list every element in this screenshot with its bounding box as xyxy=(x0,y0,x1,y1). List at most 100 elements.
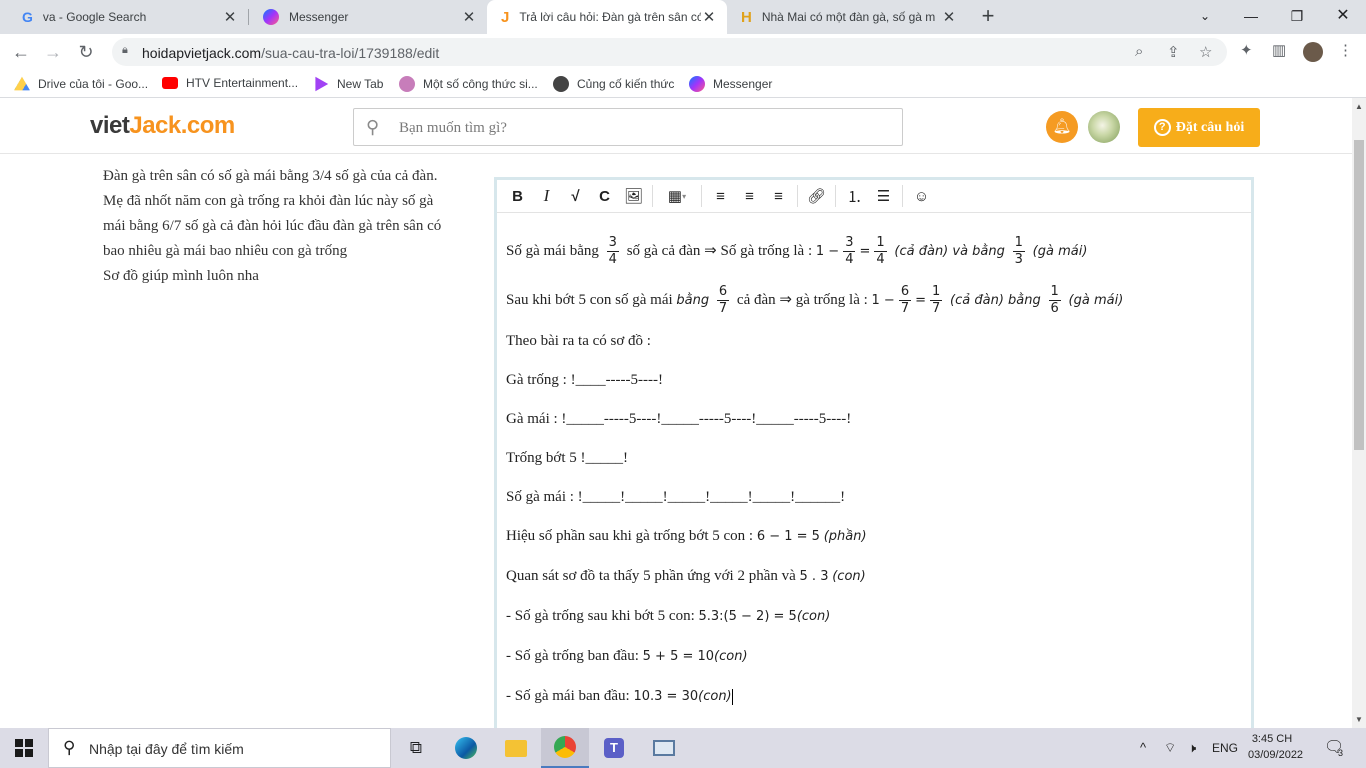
maximize-button[interactable]: ❐ xyxy=(1274,0,1320,34)
tab-search-icon[interactable]: ⌄ xyxy=(1182,0,1228,34)
newtab-icon xyxy=(315,76,329,92)
vietjack-logo[interactable]: vietJack.com xyxy=(90,112,235,140)
zoom-icon[interactable]: ⌕ xyxy=(1135,43,1143,60)
back-button[interactable]: ← xyxy=(9,40,33,64)
hoidap-icon: H xyxy=(741,8,752,26)
extensions-icon[interactable]: ✦ xyxy=(1240,41,1253,59)
answer-line: - Số gà trống ban đầu: 5 + 5 = 10(con) xyxy=(506,648,748,664)
lock-icon[interactable]: 🔒︎ xyxy=(122,44,128,57)
close-tab-icon[interactable]: ✕ xyxy=(461,8,477,26)
user-avatar[interactable] xyxy=(1088,111,1120,143)
bookmark-new-tab[interactable]: New Tab xyxy=(313,76,383,92)
bell-icon[interactable]: 🔔︎ xyxy=(1046,111,1078,143)
ask-question-button[interactable]: ? Đặt câu hỏi xyxy=(1138,108,1260,147)
bookmark-star-icon[interactable]: ☆ xyxy=(1199,43,1212,61)
table-icon[interactable]: ▦ ▾ xyxy=(657,180,697,213)
share-icon[interactable]: ⇪ xyxy=(1167,43,1180,61)
align-right-icon[interactable]: ≡ xyxy=(764,180,793,213)
browser-toolbar: ← → ↻ 🔒︎ hoidapvietjack.com/sua-cau-tra-… xyxy=(0,34,1366,70)
wifi-icon[interactable]: ⌔ xyxy=(1164,728,1176,768)
address-bar[interactable]: 🔒︎ hoidapvietjack.com/sua-cau-tra-loi/17… xyxy=(112,38,1227,66)
new-tab-button[interactable]: + xyxy=(976,4,1000,28)
site-search-input[interactable]: ⚲ Bạn muốn tìm gì? xyxy=(353,108,903,146)
search-icon: ⚲ xyxy=(63,738,76,757)
close-tab-icon[interactable]: ✕ xyxy=(701,8,717,26)
answer-line: Quan sát sơ đồ ta thấy 5 phần ứng với 2 … xyxy=(506,568,866,584)
italic-icon[interactable]: I xyxy=(532,180,561,213)
question-text: Đàn gà trên sân có số gà mái bằng 3/4 số… xyxy=(103,168,442,284)
answer-line: Sau khi bớt 5 con số gà mái bằng 67 cả đ… xyxy=(506,284,1124,317)
clock[interactable]: 3:45 CH 03/09/2022 xyxy=(1248,731,1303,763)
answer-line: - Số gà trống sau khi bớt 5 con: 5.3:(5 … xyxy=(506,608,831,624)
windows-start-icon[interactable] xyxy=(0,728,48,768)
bookmark-htv[interactable]: HTV Entertainment... xyxy=(162,76,298,90)
taskbar-search-input[interactable]: ⚲ Nhập tại đây để tìm kiếm xyxy=(48,728,391,768)
youtube-icon xyxy=(162,77,178,89)
close-window-button[interactable]: ✕ xyxy=(1320,0,1366,34)
answer-line: Theo bài ra ta có sơ đồ : xyxy=(506,333,651,349)
notification-count: 3 xyxy=(1338,748,1344,758)
align-center-icon[interactable]: ≡ xyxy=(735,180,764,213)
bookmark-cung-co[interactable]: Củng cố kiến thức xyxy=(553,76,674,92)
tab-nha-mai[interactable]: H Nhà Mai có một đàn gà, số gà m ✕ xyxy=(727,0,967,34)
search-icon[interactable]: ⚲ xyxy=(366,117,379,138)
text-caret xyxy=(731,688,733,705)
emoji-icon[interactable]: ☺ xyxy=(907,180,936,213)
site-header: vietJack.com ⚲ Bạn muốn tìm gì? 🔔︎ ? Đặt … xyxy=(0,98,1352,154)
forward-button[interactable]: → xyxy=(41,40,65,64)
bookmark-messenger[interactable]: Messenger xyxy=(689,76,772,92)
page-scrollbar[interactable]: ▲ ▼ xyxy=(1352,98,1366,728)
scroll-down-icon[interactable]: ▼ xyxy=(1355,715,1363,724)
bookmarks-bar: Drive của tôi - Goo... HTV Entertainment… xyxy=(0,70,1366,98)
bookmark-drive[interactable]: Drive của tôi - Goo... xyxy=(14,76,148,92)
app-icon xyxy=(399,76,415,92)
tray-overflow-icon[interactable]: ^ xyxy=(1140,728,1146,768)
image-icon[interactable]: 🖼︎ xyxy=(619,180,648,213)
profile-avatar[interactable] xyxy=(1303,42,1323,62)
chemistry-icon[interactable]: C xyxy=(590,180,619,213)
link-icon[interactable]: 🔗︎ xyxy=(802,180,831,213)
minimize-button[interactable]: — xyxy=(1228,0,1274,34)
vietjack-icon: J xyxy=(501,8,510,26)
answer-editor[interactable]: B I √ C 🖼︎ ▦ ▾ ≡ ≡ ≡ 🔗︎ ⒈ ☰ ☺ Số gà mái b… xyxy=(494,177,1254,728)
answer-line: Hiệu số phần sau khi gà trống bớt 5 con … xyxy=(506,528,867,544)
answer-line: Số gà mái bằng 34 số gà cả đàn ⇒ Số gà t… xyxy=(506,235,1088,268)
reload-button[interactable]: ↻ xyxy=(74,40,98,64)
browser-tab-strip: G va - Google Search ✕ Messenger ✕ J Trả… xyxy=(0,0,1366,34)
close-tab-icon[interactable]: ✕ xyxy=(941,8,957,26)
tab-messenger[interactable]: Messenger ✕ xyxy=(249,0,487,34)
answer-line: - Số gà mái ban đầu: 10.3 = 30(con) xyxy=(506,688,733,705)
drive-icon xyxy=(14,76,30,91)
scroll-up-icon[interactable]: ▲ xyxy=(1355,102,1363,111)
file-explorer-icon[interactable] xyxy=(492,728,540,768)
bookmark-cong-thuc[interactable]: Một số công thức si... xyxy=(399,76,538,92)
teams-icon[interactable]: T xyxy=(590,728,638,768)
page-viewport: vietJack.com ⚲ Bạn muốn tìm gì? 🔔︎ ? Đặt … xyxy=(0,98,1352,728)
messenger-icon xyxy=(689,76,705,92)
task-view-icon[interactable]: ⧉ xyxy=(392,728,440,768)
bold-icon[interactable]: B xyxy=(503,180,532,213)
answer-line: Gà trống : !____-----5----! xyxy=(506,372,664,388)
editor-content[interactable]: Số gà mái bằng 34 số gà cả đàn ⇒ Số gà t… xyxy=(497,213,1251,728)
menu-icon[interactable]: ⋮ xyxy=(1338,41,1353,59)
ordered-list-icon[interactable]: ⒈ xyxy=(840,180,869,213)
windows-taskbar: ⚲ Nhập tại đây để tìm kiếm ⧉ T ^ ⌔ 🕨︎ EN… xyxy=(0,728,1366,768)
volume-icon[interactable]: 🕨︎ xyxy=(1188,728,1196,768)
app-icon[interactable] xyxy=(640,728,688,768)
app-icon xyxy=(553,76,569,92)
tab-answer-question[interactable]: J Trả lời câu hỏi: Đàn gà trên sân có ✕ xyxy=(487,0,727,34)
chrome-icon[interactable] xyxy=(541,728,589,768)
tab-google-search[interactable]: G va - Google Search ✕ xyxy=(8,0,248,34)
answer-line: Gà mái : !_____-----5----!_____-----5---… xyxy=(506,411,852,427)
editor-toolbar: B I √ C 🖼︎ ▦ ▾ ≡ ≡ ≡ 🔗︎ ⒈ ☰ ☺ xyxy=(497,180,1251,213)
edge-icon[interactable] xyxy=(442,728,490,768)
messenger-icon xyxy=(263,9,279,25)
close-tab-icon[interactable]: ✕ xyxy=(222,8,238,26)
align-left-icon[interactable]: ≡ xyxy=(706,180,735,213)
side-panel-icon[interactable]: ▥ xyxy=(1272,41,1286,59)
formula-icon[interactable]: √ xyxy=(561,180,590,213)
language-indicator[interactable]: ENG xyxy=(1212,728,1238,768)
answer-line: Trống bớt 5 !_____! xyxy=(506,450,628,466)
scrollbar-thumb[interactable] xyxy=(1354,140,1364,450)
bullet-list-icon[interactable]: ☰ xyxy=(869,180,898,213)
